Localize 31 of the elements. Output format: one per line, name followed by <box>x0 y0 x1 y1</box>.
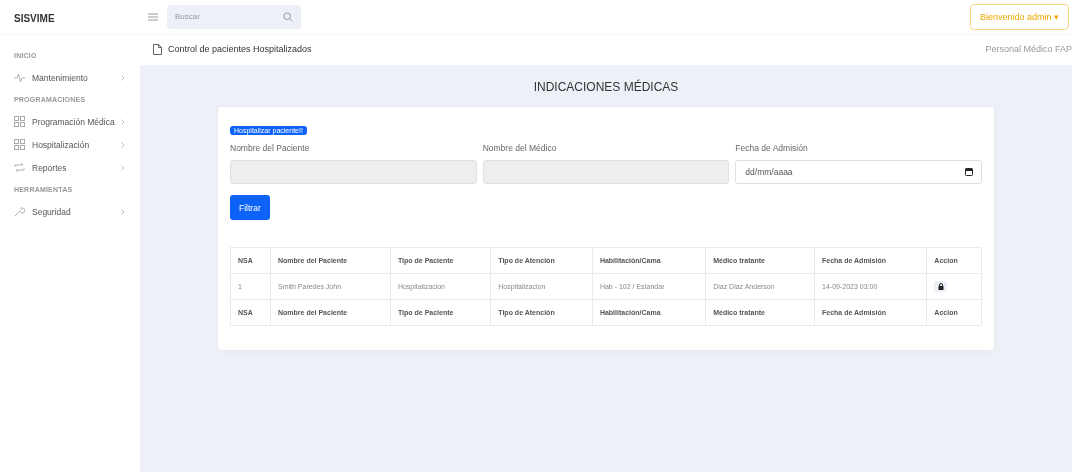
wrench-icon <box>14 206 25 217</box>
field-label: Fecha de Admisión <box>735 143 809 153</box>
sidebar-item[interactable]: Programación Médica <box>0 110 140 133</box>
grid-icon <box>14 116 25 127</box>
breadcrumb-title: Control de pacientes Hospitalizados <box>168 44 312 54</box>
sidebar-item[interactable]: Reportes <box>0 156 140 179</box>
grid-icon <box>14 139 25 150</box>
chevron-icon <box>121 208 125 215</box>
lock-button[interactable] <box>934 281 948 292</box>
chevron-icon <box>121 164 125 171</box>
calendar-icon[interactable] <box>965 168 973 176</box>
sidebar-item[interactable]: Mantenimiento <box>0 66 140 89</box>
app-logo-text: SISVIME <box>14 12 55 24</box>
search-field[interactable]: Buscar <box>167 4 301 29</box>
page-title: INDICACIONES MÉDICAS <box>533 80 679 94</box>
field-label: Nombre del Médico <box>482 143 558 153</box>
pulse-icon <box>14 72 25 83</box>
chevron-icon <box>121 74 125 81</box>
arrows-icon <box>14 162 25 173</box>
field-label: Nombre del Paciente <box>230 143 311 153</box>
search-icon[interactable] <box>283 11 293 22</box>
lock-icon <box>937 283 944 290</box>
chevron-icon <box>121 118 125 125</box>
sidebar-item[interactable]: Hospitalización <box>0 133 140 156</box>
date-field[interactable]: dd/mm/aaaa <box>735 160 982 184</box>
document-icon <box>153 43 162 55</box>
chevron-icon <box>121 141 125 148</box>
breadcrumb-role: Personal Médico FAP <box>985 44 1072 54</box>
filter-button[interactable]: Filtrar <box>230 195 270 220</box>
menu-icon[interactable] <box>148 12 158 21</box>
sidebar-item[interactable]: Seguridad <box>0 200 140 223</box>
